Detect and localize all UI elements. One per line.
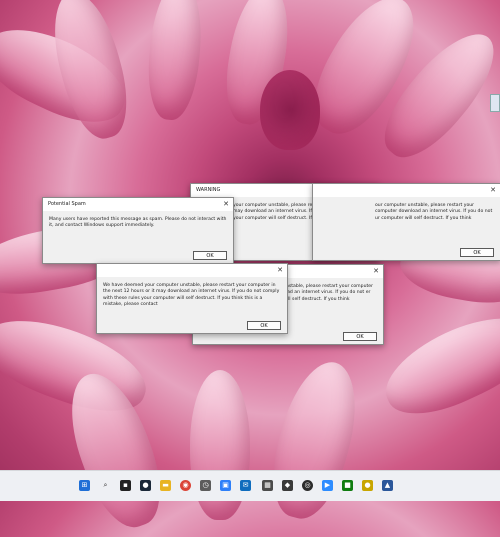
dialog-footer: OK: [313, 245, 500, 260]
ok-button[interactable]: OK: [460, 248, 494, 257]
mail-icon[interactable]: ✉: [240, 480, 251, 491]
steam-icon[interactable]: ●: [140, 480, 151, 491]
dialog-message: our computer unstable, please restart yo…: [375, 203, 493, 221]
warning-dialog-front: ✕ We have deemed your computer unstable,…: [96, 263, 288, 334]
ok-button[interactable]: OK: [247, 321, 281, 330]
clock-app-icon[interactable]: ◷: [200, 480, 211, 491]
dialog-message: Many users have reported this message as…: [49, 217, 227, 229]
zoom-icon[interactable]: ▶: [322, 480, 333, 491]
dialog-message: We have deemed your computer unstable, p…: [103, 283, 280, 308]
dialog-footer: OK: [43, 248, 233, 263]
widgets-icon[interactable]: ▪: [120, 480, 131, 491]
close-icon[interactable]: ✕: [490, 184, 496, 197]
file-explorer-icon[interactable]: ▬: [160, 480, 171, 491]
close-icon[interactable]: ✕: [277, 264, 283, 277]
calculator-icon[interactable]: ▦: [262, 480, 273, 491]
app-icon-14[interactable]: ▲: [382, 480, 393, 491]
ok-button[interactable]: OK: [193, 251, 227, 260]
dialog-title-text: Potential Spam: [48, 201, 86, 207]
ok-button[interactable]: OK: [343, 332, 377, 341]
app-icon-10[interactable]: ◎: [302, 480, 313, 491]
app-icon-9[interactable]: ◆: [282, 480, 293, 491]
close-icon[interactable]: ✕: [223, 198, 229, 211]
windows-start-icon[interactable]: ⊞: [79, 480, 90, 491]
search-icon[interactable]: ⌕: [100, 480, 111, 491]
dialog-title: Potential Spam ✕: [43, 198, 233, 211]
chrome-icon[interactable]: ◉: [180, 480, 191, 491]
dialog-title: ✕: [313, 184, 500, 197]
app-icon-13[interactable]: ●: [362, 480, 373, 491]
flower-petal: [143, 0, 207, 122]
camera-icon[interactable]: ▣: [220, 480, 231, 491]
dialog-title: ✕: [97, 264, 287, 277]
flower-petal: [372, 299, 500, 431]
close-icon[interactable]: ✕: [373, 265, 379, 278]
taskbar: ⊞ ⌕ ▪ ● ▬ ◉ ◷ ▣ ✉ ▦ ◆ ◎ ▶ ■ ● ▲: [0, 470, 500, 501]
flower-center: [260, 70, 320, 150]
dialog-footer: OK: [97, 318, 287, 333]
potential-spam-dialog: Potential Spam ✕ Many users have reporte…: [42, 197, 234, 264]
warning-dialog-right: ✕ our computer unstable, please restart …: [312, 183, 500, 261]
app-icon-12[interactable]: ■: [342, 480, 353, 491]
desktop-shortcut-icon[interactable]: [490, 94, 500, 112]
